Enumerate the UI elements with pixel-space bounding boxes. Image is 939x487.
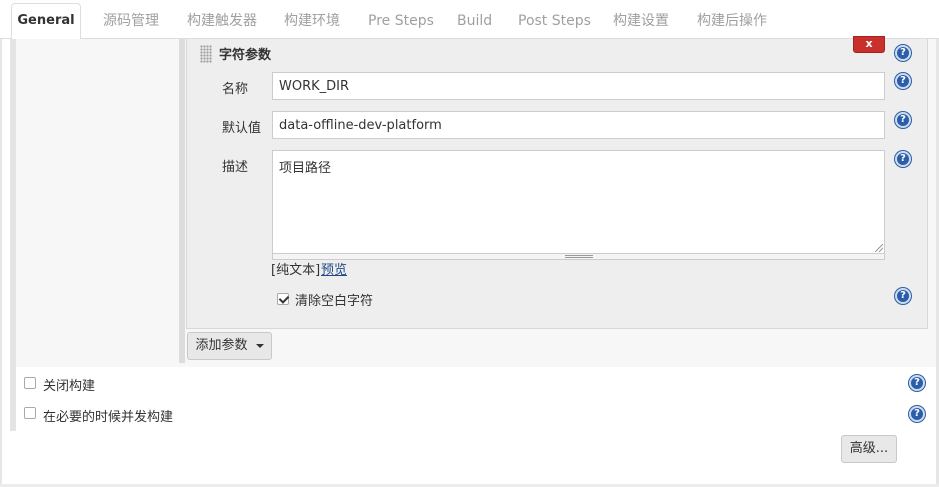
help-icon[interactable]: ? [895,151,911,167]
tab-post-steps[interactable]: Post Steps [518,4,591,39]
tab-general[interactable]: General [11,3,81,40]
name-label: 名称 [222,82,249,97]
description-textarea[interactable]: 项目路径 [272,150,885,254]
concurrent-build-checkbox[interactable] [24,407,36,419]
help-icon[interactable]: ? [909,406,925,422]
trim-whitespace-label: 清除空白字符 [295,294,374,309]
trim-whitespace-checkbox[interactable] [277,293,289,305]
disable-build-label: 关闭构建 [43,379,96,394]
help-icon[interactable]: ? [895,288,911,304]
disable-build-checkbox[interactable] [24,377,36,389]
drag-handle-icon[interactable] [200,45,212,63]
default-value-label: 默认值 [222,121,262,136]
tab-pre-steps[interactable]: Pre Steps [368,4,434,39]
tab-build-settings[interactable]: 构建设置 [613,4,669,39]
description-label: 描述 [222,160,249,175]
resize-handle-icon [565,255,593,258]
name-input[interactable] [272,72,885,100]
parameter-type-title: 字符参数 [219,48,272,63]
help-icon[interactable]: ? [909,375,925,391]
add-parameter-label: 添加参数 [195,338,248,353]
tab-source-control[interactable]: 源码管理 [103,4,159,39]
advanced-button[interactable]: 高级... [841,435,897,463]
frame-left-border [0,39,2,487]
help-icon[interactable]: ? [895,112,911,128]
description-text: 项目路径 [279,161,332,176]
tab-build[interactable]: Build [457,4,492,39]
resize-grip-icon[interactable] [875,244,883,252]
default-value-input[interactable] [272,111,885,139]
tab-bar: General 源码管理 构建触发器 构建环境 Pre Steps Build … [0,0,939,40]
tab-build-triggers[interactable]: 构建触发器 [187,4,257,39]
tab-post-build-actions[interactable]: 构建后操作 [697,4,767,39]
parameters-indent-bar [179,39,185,363]
textarea-resize-bar[interactable] [272,254,885,260]
text-mode-label: [纯文本] [271,263,321,278]
delete-parameter-button[interactable]: x [853,36,885,53]
caret-down-icon [255,343,264,348]
add-parameter-button[interactable]: 添加参数 [187,332,272,360]
help-icon[interactable]: ? [895,73,911,89]
preview-link[interactable]: 预览 [321,259,347,278]
tab-build-environment[interactable]: 构建环境 [284,4,340,39]
help-icon[interactable]: ? [895,45,911,61]
concurrent-build-label: 在必要的时候并发构建 [43,410,174,425]
